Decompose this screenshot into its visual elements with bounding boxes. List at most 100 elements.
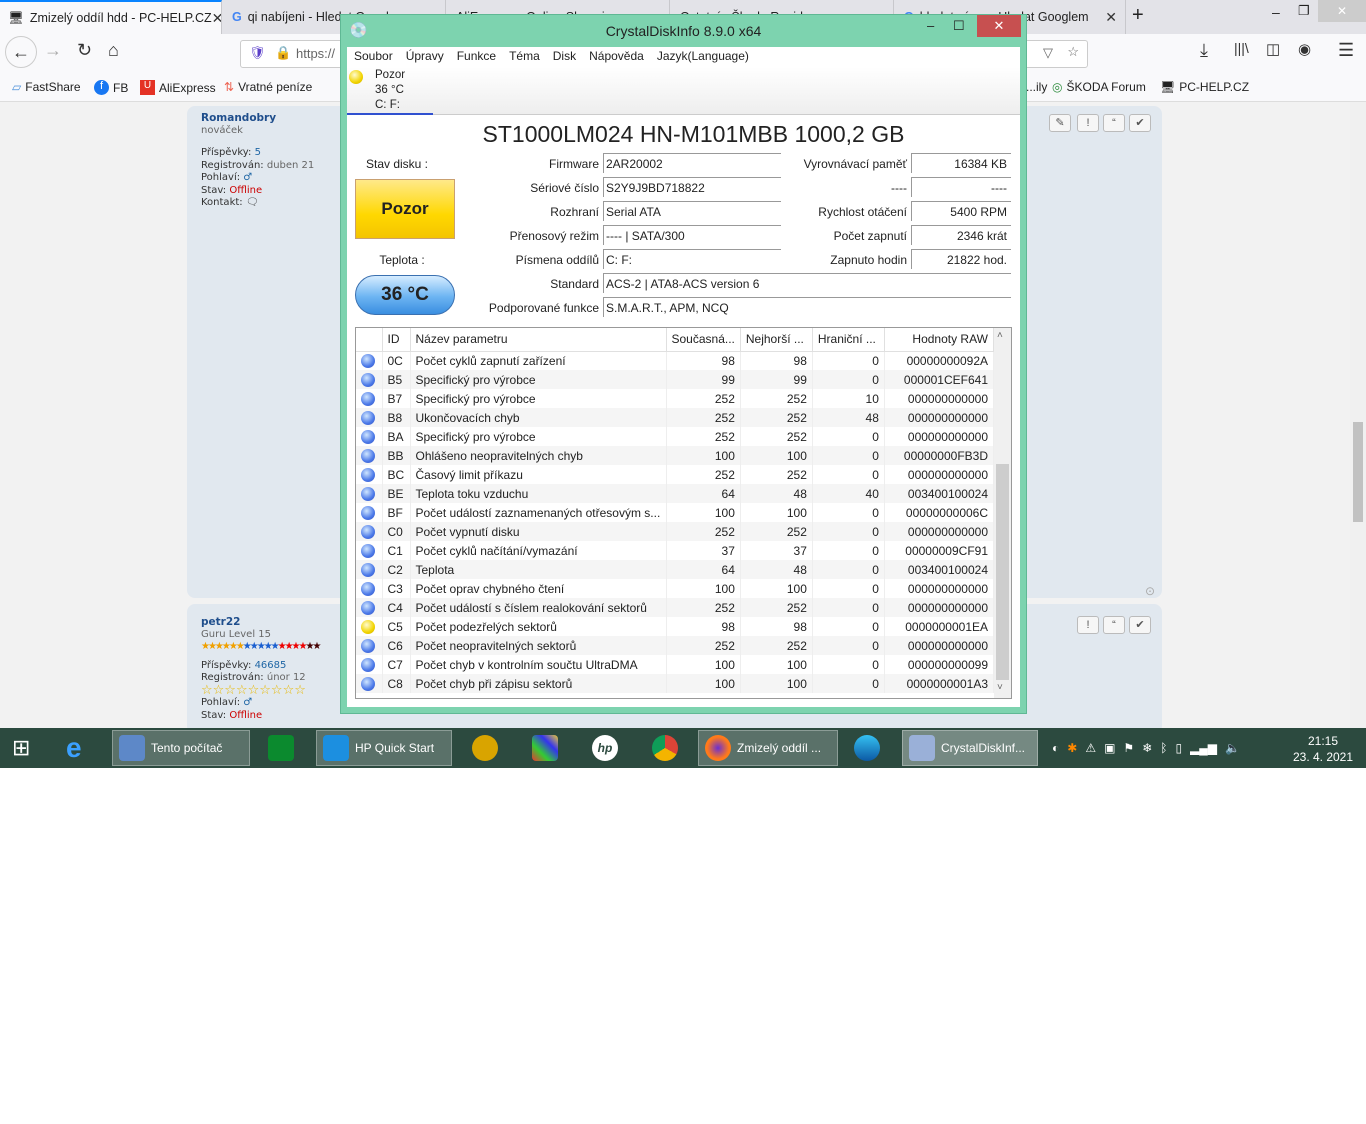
report-button[interactable]: !: [1077, 616, 1099, 634]
post-author[interactable]: petr22: [201, 616, 319, 629]
tab-active[interactable]: 🖥Zmizelý oddíl hdd - PC-HELP.CZ✕: [0, 0, 222, 34]
menu-jazyk[interactable]: Jazyk(Language): [657, 49, 749, 65]
close-tab-icon[interactable]: ✕: [1105, 9, 1117, 26]
page-scrollbar[interactable]: [1350, 102, 1366, 728]
col-name[interactable]: Název parametru: [410, 328, 667, 352]
table-row[interactable]: C3 Počet oprav chybného čtení 100 100 0 00000…: [356, 579, 995, 598]
taskbar-item-hp-quick-start[interactable]: HP Quick Start: [316, 730, 452, 766]
message-icon[interactable]: 🗨: [246, 197, 259, 208]
hp-button[interactable]: hp: [586, 730, 624, 766]
bookmark-aliexpress[interactable]: U AliExpress: [140, 80, 216, 95]
scroll-down-icon[interactable]: ˅: [997, 682, 1003, 693]
close-button[interactable]: ✕: [977, 15, 1021, 37]
battery-icon[interactable]: ▯: [1175, 741, 1182, 755]
menu-icon[interactable]: ☰: [1338, 40, 1354, 61]
col-id[interactable]: ID: [382, 328, 411, 352]
signal-icon[interactable]: ▂▄▆: [1190, 741, 1217, 755]
tray-icon[interactable]: ◐: [1052, 741, 1059, 755]
table-row[interactable]: C0 Počet vypnutí disku 252 252 0 000000000000: [356, 522, 995, 541]
home-button[interactable]: ⌂: [108, 40, 119, 61]
download-icon[interactable]: ⤓: [1200, 40, 1208, 61]
restore-button[interactable]: ❐: [1298, 3, 1310, 19]
taskbar-item-firefox[interactable]: Zmizelý oddíl ...: [698, 730, 838, 766]
volume-icon[interactable]: 🔈: [1225, 741, 1240, 755]
col-threshold[interactable]: Hraniční ...: [812, 328, 885, 352]
scroll-up-icon[interactable]: ˄: [997, 330, 1003, 341]
bluetooth-icon[interactable]: ᛒ: [1160, 741, 1167, 755]
bookmark-skoda-forum[interactable]: ◎ ŠKODA Forum: [1052, 80, 1146, 94]
ie-button[interactable]: e: [60, 730, 88, 766]
table-row[interactable]: BB Ohlášeno neopravitelných chyb 100 100 0 00…: [356, 446, 995, 465]
puzzle-app-button[interactable]: [526, 730, 564, 766]
edge-button[interactable]: [848, 730, 886, 766]
table-row[interactable]: B5 Specifický pro výrobce 99 99 0 000001CEF64…: [356, 370, 995, 389]
table-row[interactable]: C4 Počet událostí s číslem realokování se…: [356, 598, 995, 617]
edit-button[interactable]: ✎: [1049, 114, 1071, 132]
col-current[interactable]: Současná...: [666, 328, 741, 352]
accept-button[interactable]: ✔: [1129, 114, 1151, 132]
bookmark-vratne-penize[interactable]: ⇅ Vratné peníze: [224, 80, 312, 94]
quote-button[interactable]: “: [1103, 114, 1125, 132]
tray-warning-icon[interactable]: ⚠: [1085, 741, 1096, 755]
minimize-button[interactable]: –: [927, 15, 934, 37]
bookmark-pc-help[interactable]: 🖥 PC-HELP.CZ: [1160, 80, 1249, 94]
pocket-icon[interactable]: ▽: [1043, 45, 1053, 61]
bookmark-fastshare[interactable]: ▱ FastShare: [12, 80, 81, 94]
bookmark-fb[interactable]: f FB: [94, 80, 128, 95]
report-button[interactable]: !: [1077, 114, 1099, 132]
tray-icon[interactable]: ▣: [1104, 741, 1115, 755]
table-row[interactable]: C8 Počet chyb při zápisu sektorů 100 100 0 00…: [356, 674, 995, 693]
chrome-button[interactable]: [646, 730, 684, 766]
clock[interactable]: 21:15 23. 4. 2021: [1290, 733, 1356, 765]
bookmark-star-icon[interactable]: ☆: [1067, 44, 1079, 60]
table-row[interactable]: C1 Počet cyklů načítání/vymazání 37 37 0 0000…: [356, 541, 995, 560]
col-raw[interactable]: Hodnoty RAW: [884, 328, 995, 352]
snowflake-icon[interactable]: ❄: [1142, 741, 1152, 755]
table-row[interactable]: C2 Teplota 64 48 0 003400100024: [356, 560, 995, 579]
store-button[interactable]: [262, 730, 300, 766]
close-tab-icon[interactable]: ✕: [212, 10, 221, 27]
bookmark-partial[interactable]: ...ily: [1026, 80, 1047, 94]
reload-button[interactable]: ↻: [77, 40, 92, 61]
menu-tema[interactable]: Téma: [509, 49, 540, 65]
library-icon[interactable]: |||\: [1234, 40, 1249, 56]
menu-funkce[interactable]: Funkce: [457, 49, 496, 65]
tray-icon[interactable]: ✱: [1067, 741, 1077, 755]
start-button[interactable]: ⊞: [6, 730, 36, 766]
taskbar-item-crystaldiskinfo[interactable]: CrystalDiskInf...: [902, 730, 1038, 766]
media-button[interactable]: [466, 730, 504, 766]
scroll-top-icon[interactable]: ⊙: [1145, 584, 1155, 598]
menu-soubor[interactable]: Soubor: [354, 49, 393, 65]
forward-button[interactable]: →: [44, 40, 62, 61]
quote-button[interactable]: “: [1103, 616, 1125, 634]
close-window-button[interactable]: ✕: [1318, 0, 1366, 22]
table-row[interactable]: B7 Specifický pro výrobce 252 252 10 00000000…: [356, 389, 995, 408]
taskbar-item-tento-pocitac[interactable]: Tento počítač: [112, 730, 250, 766]
new-tab-button[interactable]: +: [1132, 4, 1144, 27]
menu-upravy[interactable]: Úpravy: [406, 49, 444, 65]
table-row[interactable]: C6 Počet neopravitelných sektorů 252 252 0 00…: [356, 636, 995, 655]
minimize-button[interactable]: –: [1272, 4, 1280, 20]
table-row[interactable]: BC Časový limit příkazu 252 252 0 00000000000…: [356, 465, 995, 484]
table-scrollbar[interactable]: ˄ ˅: [994, 328, 1011, 698]
menu-disk[interactable]: Disk: [553, 49, 576, 65]
table-row[interactable]: BF Počet událostí zaznamenaných otřesovým…: [356, 503, 995, 522]
maximize-button[interactable]: ☐: [953, 15, 965, 37]
drive-tab[interactable]: Pozor 36 °C C: F:: [347, 67, 433, 115]
health-status-button[interactable]: Pozor: [355, 179, 455, 239]
table-row[interactable]: B8 Ukončovacích chyb 252 252 48 000000000000: [356, 408, 995, 427]
col-worst[interactable]: Nejhorší ...: [740, 328, 813, 352]
table-row[interactable]: BE Teplota toku vzduchu 64 48 40 003400100024: [356, 484, 995, 503]
table-row[interactable]: C5 Počet podezřelých sektorů 98 98 0 00000000…: [356, 617, 995, 636]
table-row[interactable]: C7 Počet chyb v kontrolním součtu UltraDM…: [356, 655, 995, 674]
account-icon[interactable]: ◉: [1298, 40, 1311, 58]
accept-button[interactable]: ✔: [1129, 616, 1151, 634]
post-author[interactable]: Romandobry: [201, 112, 314, 125]
table-row[interactable]: 0C Počet cyklů zapnutí zařízení 98 98 0 00000…: [356, 351, 995, 370]
table-row[interactable]: BA Specifický pro výrobce 252 252 0 000000000…: [356, 427, 995, 446]
back-button[interactable]: ←: [5, 36, 37, 68]
sidebar-icon[interactable]: ◫: [1266, 40, 1280, 58]
menu-napoveda[interactable]: Nápověda: [589, 49, 644, 65]
flag-icon[interactable]: ⚑: [1123, 741, 1134, 755]
scrollbar-thumb[interactable]: [996, 464, 1009, 680]
